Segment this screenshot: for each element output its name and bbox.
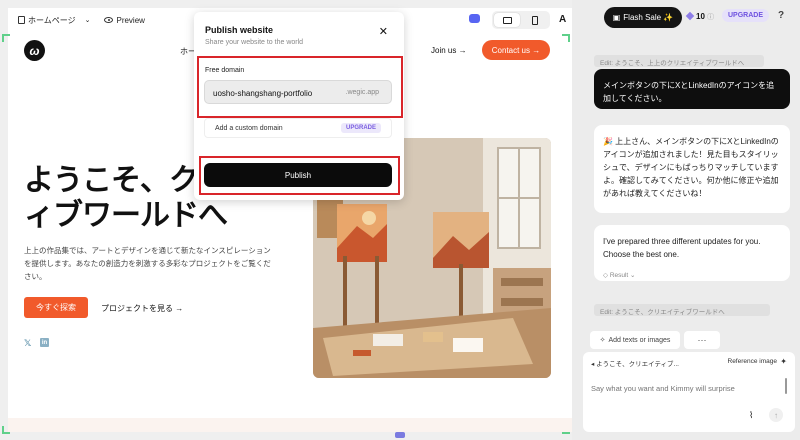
mobile-view-button[interactable] [522, 13, 548, 27]
publish-dialog-subtitle: Share your website to the world [205, 39, 304, 46]
add-reference-icon[interactable]: ✦ [780, 357, 787, 366]
linkedin-icon[interactable]: in [40, 338, 49, 347]
flash-sale-label: Flash Sale ✨ [623, 13, 674, 22]
site-logo[interactable]: ω [24, 40, 45, 61]
highlight-publish-button [199, 156, 400, 195]
add-texts-label: Add texts or images [608, 336, 671, 344]
contact-us-button[interactable]: Contact us → [482, 40, 550, 60]
credit-balance: 10 ⓘ [685, 11, 714, 22]
highlight-free-domain [197, 56, 403, 118]
font-tool-icon[interactable]: A [559, 14, 566, 25]
reference-image-button[interactable]: Reference image [728, 358, 778, 365]
custom-domain-label: Add a custom domain [215, 125, 283, 132]
eye-icon [104, 17, 114, 23]
context-chip[interactable]: ◂ ようこそ、クリエイティブ... [591, 358, 679, 368]
upgrade-badge[interactable]: UPGRADE [340, 123, 381, 133]
credit-count: 10 [696, 12, 705, 21]
desktop-view-button[interactable] [494, 13, 520, 27]
flash-sale-button[interactable]: ▣ Flash Sale ✨ [604, 7, 682, 28]
composer-scrollbar[interactable] [785, 378, 787, 394]
options-text: I've prepared three different updates fo… [603, 237, 761, 259]
gift-icon: ▣ [612, 13, 621, 22]
chat-input[interactable] [591, 384, 781, 393]
explore-now-button[interactable]: 今すぐ探索 [24, 297, 88, 318]
next-section-strip [8, 418, 572, 432]
view-projects-link[interactable]: プロジェクトを見る → [101, 303, 183, 314]
chevron-down-icon: ⌄ [84, 17, 91, 24]
discord-icon[interactable] [469, 14, 480, 23]
add-texts-or-images-button[interactable]: ✧ Add texts or images [590, 331, 680, 349]
close-icon[interactable]: ✕ [379, 25, 388, 38]
device-toggle [492, 11, 550, 29]
chat-composer: ◂ ようこそ、クリエイティブ... Reference image ✦ ⌇ ↑ [583, 352, 795, 432]
publish-dialog-title: Publish website [205, 25, 274, 35]
edit-context-chip-2: Edit: ようこそ、クリエイティブワールドへ [594, 304, 770, 316]
preview-label: Preview [116, 15, 145, 25]
user-message: メインボタンの下にXとLinkedInのアイコンを追加してください。 [594, 69, 790, 109]
result-toggle[interactable]: ◇ Result ⌄ [603, 269, 781, 282]
attachment-icon[interactable]: ⌇ [749, 410, 753, 421]
join-us-link[interactable]: Join us → [431, 46, 467, 55]
result-label: Result [609, 272, 629, 279]
more-options-button[interactable]: ··· [684, 331, 720, 349]
selection-corner-top-right[interactable] [562, 34, 570, 42]
chat-thread: Edit: ようこそ、上上のクリエイティブワールドへ メインボタンの下にXとLi… [590, 46, 794, 330]
monitor-icon [502, 16, 512, 24]
page-selector-label: ホームページ [28, 15, 76, 25]
phone-icon [532, 15, 538, 25]
hero-title-line-2: ィブワールドへ [24, 199, 228, 232]
edit-context-chip: Edit: ようこそ、上上のクリエイティブワールドへ [594, 55, 764, 67]
context-label: ようこそ、クリエイティブ... [596, 361, 679, 368]
send-button[interactable]: ↑ [769, 408, 783, 422]
assistant-message-options: I've prepared three different updates fo… [594, 225, 790, 281]
resize-handle[interactable] [395, 432, 405, 438]
upgrade-button[interactable]: UPGRADE [722, 9, 770, 22]
hero-description: 上上の作品集では、アートとデザインを通じて新たなインスピレーションを提供します。… [24, 246, 271, 281]
x-icon[interactable]: 𝕏 [24, 338, 31, 349]
assistant-message: 🎉 上上さん、メインボタンの下にXとLinkedInのアイコンが追加されました！… [594, 125, 790, 213]
preview-button[interactable]: Preview [104, 15, 145, 25]
selection-corner-top-left[interactable] [2, 34, 10, 42]
sparkle-icon: ✧ [599, 337, 606, 344]
add-custom-domain-row[interactable]: Add a custom domain UPGRADE [204, 118, 392, 138]
page-selector[interactable]: ホームページ ⌄ [18, 15, 90, 26]
credit-gem-icon [685, 11, 695, 21]
page-icon [18, 16, 25, 24]
info-icon[interactable]: ⓘ [707, 14, 714, 21]
help-icon[interactable]: ? [778, 10, 784, 21]
